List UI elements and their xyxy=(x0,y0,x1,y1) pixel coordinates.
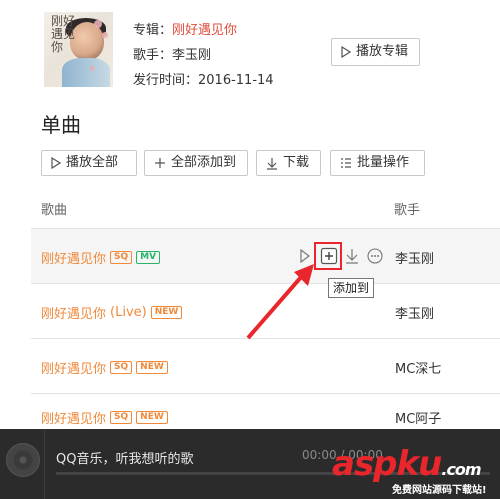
song-title-link[interactable]: 刚好遇见你 xyxy=(41,358,106,377)
add-all-label: 全部添加到 xyxy=(171,155,237,170)
annotation-arrow xyxy=(246,264,314,340)
release-label: 发行时间： xyxy=(133,73,199,88)
table-row[interactable]: 刚好遇见你 SQ NEW MC深七 xyxy=(31,339,500,394)
sq-badge: SQ xyxy=(110,251,133,264)
song-title-link[interactable]: 刚好遇见你 xyxy=(41,408,106,427)
new-badge: NEW xyxy=(136,411,168,424)
more-icon[interactable] xyxy=(367,248,383,264)
new-badge: NEW xyxy=(150,306,183,319)
sq-badge: SQ xyxy=(110,361,133,374)
singer-line: 歌手：李玉刚 xyxy=(133,44,211,63)
song-title-cell: 刚好遇见你 (Live) NEW xyxy=(41,303,183,322)
song-title-cell: 刚好遇见你 SQ NEW xyxy=(41,358,168,377)
download-label: 下载 xyxy=(283,155,310,170)
singer-cell[interactable]: MC深七 xyxy=(395,358,441,377)
song-title-link[interactable]: 刚好遇见你 xyxy=(41,248,106,267)
singer-cell[interactable]: 李玉刚 xyxy=(395,303,434,322)
logo-part-b: ku xyxy=(396,444,443,484)
batch-label: 批量操作 xyxy=(357,155,410,170)
play-album-button[interactable]: 播放专辑 xyxy=(331,38,420,66)
mv-badge[interactable]: MV xyxy=(136,251,161,264)
cover-petal xyxy=(90,66,95,71)
player-slogan: QQ音乐，听我想听的歌 xyxy=(56,452,194,467)
sq-badge: SQ xyxy=(110,411,133,424)
song-title-cell: 刚好遇见你 SQ NEW xyxy=(41,408,168,427)
singer-cell[interactable]: MC阿子 xyxy=(395,408,441,427)
logo-part-a: asp xyxy=(332,444,398,484)
singer-name-link[interactable]: 李玉刚 xyxy=(172,48,211,63)
player-divider xyxy=(44,429,45,499)
new-badge: NEW xyxy=(136,361,168,374)
singer-cell[interactable]: 李玉刚 xyxy=(395,248,434,267)
cover-petal xyxy=(102,32,108,38)
logo-part-c: .com xyxy=(441,460,481,479)
release-date: 2016-11-14 xyxy=(198,73,274,88)
release-line: 发行时间：2016-11-14 xyxy=(133,69,274,88)
plus-icon xyxy=(155,158,165,168)
watermark-caption: 免费网站源码下载站! xyxy=(392,485,487,496)
play-icon xyxy=(51,157,61,169)
section-title: 单曲 xyxy=(41,113,81,137)
album-label: 专辑： xyxy=(133,23,173,38)
play-icon[interactable] xyxy=(300,249,310,263)
aspku-watermark-logo: aspku.com xyxy=(332,444,482,484)
album-line: 专辑：刚好遇见你 xyxy=(133,19,237,38)
singer-label: 歌手： xyxy=(133,48,173,63)
download-icon[interactable] xyxy=(345,248,359,264)
play-album-label: 播放专辑 xyxy=(356,44,409,59)
batch-button[interactable]: 批量操作 xyxy=(330,150,425,176)
download-button[interactable]: 下载 xyxy=(256,150,321,176)
column-song: 歌曲 xyxy=(41,203,68,218)
play-all-button[interactable]: 播放全部 xyxy=(41,150,137,176)
album-name-link[interactable]: 刚好遇见你 xyxy=(172,23,237,38)
cover-title-art: 刚好遇见你 xyxy=(51,14,76,54)
song-title-link[interactable]: 刚好遇见你 xyxy=(41,303,106,322)
album-cover[interactable]: 刚好遇见你 xyxy=(44,12,113,87)
download-icon xyxy=(267,157,277,170)
disc-icon[interactable] xyxy=(6,443,40,477)
add-all-button[interactable]: 全部添加到 xyxy=(144,150,248,176)
play-all-label: 播放全部 xyxy=(66,155,119,170)
song-suffix: (Live) xyxy=(110,305,147,320)
add-to-tooltip: 添加到 xyxy=(328,278,375,298)
column-singer: 歌手 xyxy=(394,203,421,218)
song-title-cell: 刚好遇见你 SQ MV xyxy=(41,248,161,267)
cover-petal xyxy=(94,20,102,28)
cover-shirt xyxy=(62,58,110,87)
list-icon xyxy=(341,158,351,168)
play-icon xyxy=(341,46,351,58)
